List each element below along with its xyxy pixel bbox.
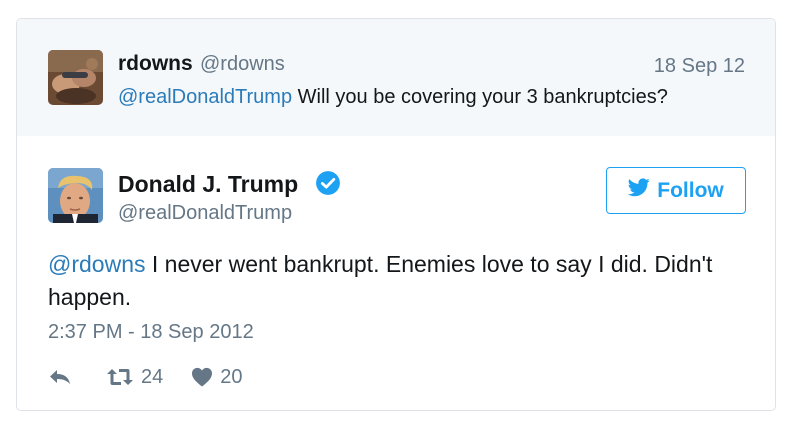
reply-mention-link[interactable]: @realDonaldTrump [118,86,292,108]
trump-avatar-image [48,168,103,223]
tweet-author-name[interactable]: Donald J. Trump [118,171,298,198]
reply-button[interactable] [48,367,72,387]
reply-text: @realDonaldTrump Will you be covering yo… [118,86,668,109]
tweet-mention-link[interactable]: @rdowns [48,251,146,277]
embedded-tweet-card: rdowns @rdowns 18 Sep 12 @realDonaldTrum… [16,18,776,411]
reply-date[interactable]: 18 Sep 12 [654,55,745,78]
trump-avatar[interactable] [48,168,103,223]
verified-badge-icon [315,170,341,196]
reply-icon [48,367,72,387]
tweet-body-text: I never went bankrupt. Enemies love to s… [48,251,713,310]
follow-button[interactable]: Follow [606,167,746,214]
rdowns-avatar-image [48,50,103,105]
reply-author-name[interactable]: rdowns [118,52,193,76]
tweet-timestamp[interactable]: 2:37 PM - 18 Sep 2012 [48,321,254,344]
twitter-bird-icon [627,178,650,203]
reply-body-text: Will you be covering your 3 bankruptcies… [292,86,668,108]
retweet-count: 24 [141,365,164,388]
like-count: 20 [220,365,243,388]
like-button[interactable]: 20 [191,365,243,389]
follow-button-label: Follow [657,178,724,202]
in-reply-to-tweet[interactable]: rdowns @rdowns 18 Sep 12 @realDonaldTrum… [17,19,775,136]
reply-author-handle[interactable]: @rdowns [200,53,285,76]
tweet-author-handle[interactable]: @realDonaldTrump [118,202,292,225]
rdowns-avatar[interactable] [48,50,103,105]
heart-icon [191,367,213,387]
retweet-button[interactable]: 24 [106,366,163,389]
tweet-text: @rdowns I never went bankrupt. Enemies l… [48,248,748,314]
tweet-actions: 24 20 [48,364,243,390]
retweet-icon [106,367,134,387]
